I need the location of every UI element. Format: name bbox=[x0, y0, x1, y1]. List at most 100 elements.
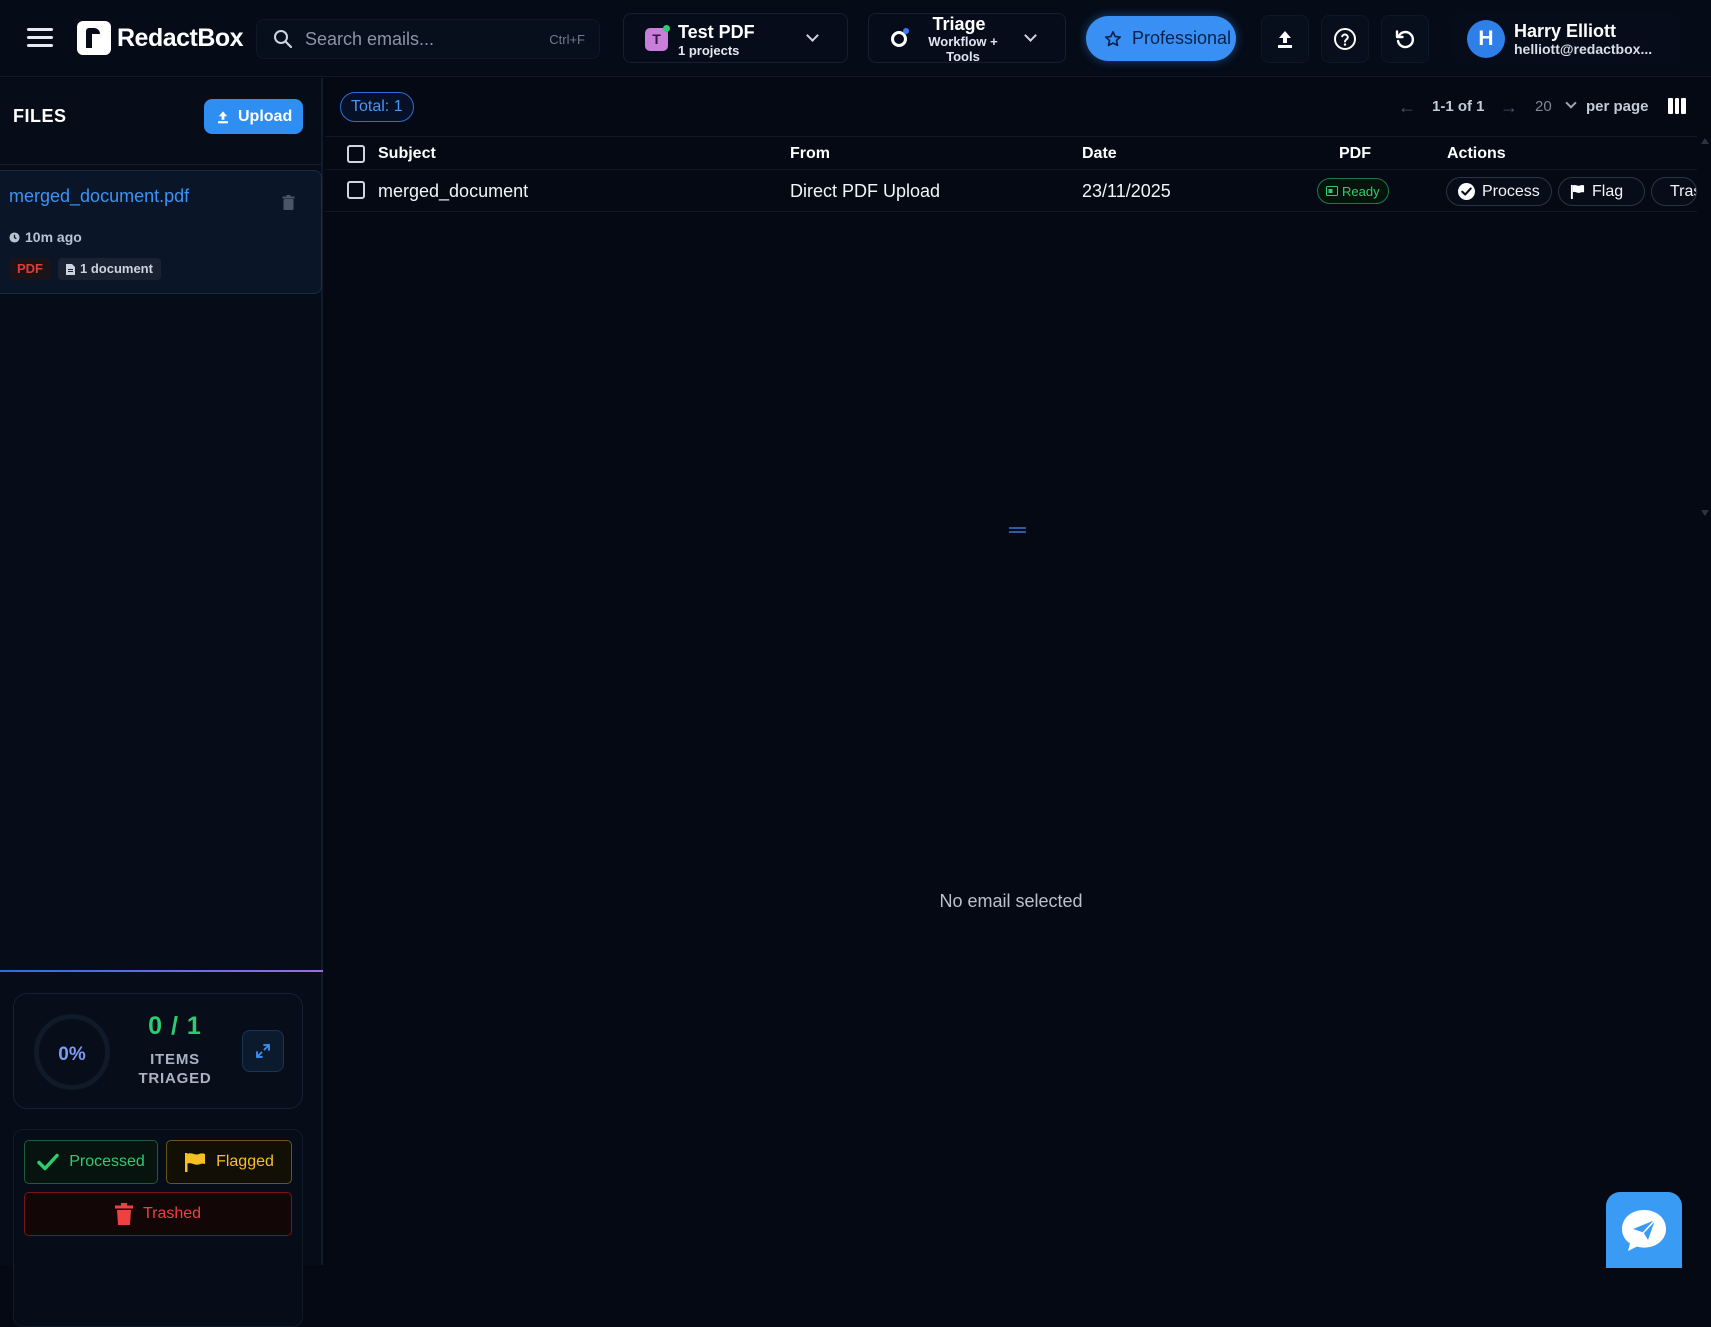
next-page-button[interactable]: → bbox=[1500, 97, 1518, 118]
mode-selector[interactable]: Triage Workflow + Tools bbox=[868, 13, 1066, 64]
flag-icon bbox=[1570, 184, 1585, 199]
upload-button[interactable] bbox=[1261, 15, 1309, 63]
total-badge: Total: 1 bbox=[340, 92, 414, 122]
progress-ring: 0% bbox=[34, 1014, 110, 1090]
plan-label: Professional bbox=[1132, 28, 1232, 48]
columns-icon[interactable] bbox=[1668, 98, 1687, 114]
mode-subtitle: Workflow + Tools bbox=[928, 34, 998, 64]
professional-plan-button[interactable]: Professional bbox=[1086, 16, 1236, 61]
page-size-select[interactable]: 20 bbox=[1535, 98, 1552, 115]
project-name: Test PDF bbox=[678, 22, 755, 42]
pdf-status-badge: Ready bbox=[1317, 178, 1389, 204]
files-title: FILES bbox=[13, 106, 67, 126]
column-actions: Actions bbox=[1447, 145, 1506, 162]
refresh-button[interactable] bbox=[1381, 15, 1429, 63]
star-icon bbox=[1104, 30, 1122, 46]
files-sidebar: FILES Upload merged_document.pdf 10m ago… bbox=[0, 78, 323, 1327]
chat-send-icon bbox=[1622, 1210, 1666, 1251]
check-icon bbox=[37, 1153, 59, 1171]
document-count-badge: 1 document bbox=[58, 258, 161, 280]
file-type-badge: PDF bbox=[9, 258, 51, 280]
expand-button[interactable] bbox=[242, 1030, 284, 1072]
email-list-panel: Total: 1 ← 1-1 of 1 → 20 per page Subjec… bbox=[325, 78, 1711, 1265]
trashed-label: Trashed bbox=[142, 1205, 202, 1222]
clock-icon bbox=[9, 231, 20, 243]
status-filters: Processed Flagged Trashed bbox=[13, 1129, 303, 1327]
triaged-count: 0 / 1 bbox=[148, 1012, 202, 1040]
chevron-down-icon[interactable] bbox=[1565, 97, 1577, 109]
row-checkbox[interactable] bbox=[347, 181, 365, 199]
chevron-down-icon bbox=[1024, 29, 1037, 42]
process-button[interactable]: Process bbox=[1446, 177, 1552, 206]
flag-label: Flag bbox=[1592, 182, 1624, 200]
empty-state-message: No email selected bbox=[939, 891, 1083, 911]
trash-button[interactable]: Trash bbox=[1651, 177, 1697, 206]
help-icon bbox=[1334, 28, 1356, 50]
triaged-label-line1: ITEMS bbox=[150, 1051, 200, 1068]
table-row[interactable]: merged_document Direct PDF Upload 23/11/… bbox=[325, 170, 1697, 212]
per-page-label: per page bbox=[1586, 98, 1649, 115]
triage-progress-card: 0% 0 / 1 ITEMS TRIAGED bbox=[13, 993, 303, 1109]
upload-file-button[interactable]: Upload bbox=[204, 99, 303, 134]
triaged-label: ITEMS TRIAGED bbox=[130, 1050, 220, 1088]
triage-icon bbox=[891, 28, 909, 47]
file-time-text: 10m ago bbox=[25, 229, 82, 245]
process-label: Process bbox=[1482, 182, 1540, 200]
scroll-up-arrow[interactable] bbox=[1701, 138, 1709, 144]
divider bbox=[0, 164, 321, 165]
column-pdf[interactable]: PDF bbox=[1339, 145, 1371, 163]
flag-icon bbox=[185, 1153, 206, 1172]
project-status-dot bbox=[663, 25, 670, 32]
upload-icon bbox=[218, 110, 228, 123]
file-timestamp: 10m ago bbox=[9, 229, 82, 245]
refresh-icon bbox=[1395, 30, 1415, 49]
trash-label: Trash bbox=[1670, 182, 1696, 200]
user-name: Harry Elliott bbox=[1514, 21, 1617, 41]
select-all-checkbox[interactable] bbox=[347, 145, 365, 163]
row-date: 23/11/2025 bbox=[1082, 181, 1171, 201]
avatar: H bbox=[1467, 20, 1505, 58]
search-box[interactable]: Ctrl+F bbox=[256, 19, 600, 59]
search-icon bbox=[274, 30, 293, 49]
app-name: RedactBox bbox=[117, 23, 244, 52]
column-date[interactable]: Date bbox=[1082, 145, 1117, 163]
document-icon bbox=[66, 263, 75, 275]
mode-name: Triage bbox=[932, 14, 986, 34]
table-header: Subject From Date PDF Actions bbox=[325, 136, 1697, 170]
prev-page-button[interactable]: ← bbox=[1398, 97, 1416, 118]
trashed-filter-button[interactable]: Trashed bbox=[24, 1192, 292, 1236]
pdf-status-text: Ready bbox=[1342, 183, 1380, 199]
scroll-down-arrow[interactable] bbox=[1701, 510, 1709, 516]
file-item[interactable]: merged_document.pdf 10m ago PDF 1 docume… bbox=[0, 170, 322, 294]
expand-icon bbox=[256, 1044, 270, 1058]
processed-filter-button[interactable]: Processed bbox=[24, 1140, 158, 1184]
project-subtitle: 1 projects bbox=[678, 43, 740, 58]
row-subject: merged_document bbox=[378, 181, 529, 201]
trash-icon bbox=[114, 1203, 133, 1225]
menu-icon[interactable] bbox=[27, 28, 53, 48]
file-name: merged_document.pdf bbox=[9, 186, 190, 206]
flag-button[interactable]: Flag bbox=[1558, 177, 1645, 206]
project-selector[interactable]: T Test PDF 1 projects bbox=[623, 13, 848, 63]
search-shortcut: Ctrl+F bbox=[549, 32, 585, 47]
app-logo[interactable]: RedactBox bbox=[77, 21, 244, 55]
top-bar: RedactBox Ctrl+F T Test PDF 1 projects T… bbox=[0, 0, 1711, 77]
flagged-filter-button[interactable]: Flagged bbox=[166, 1140, 292, 1184]
chevron-down-icon bbox=[806, 29, 819, 42]
triaged-label-line2: TRIAGED bbox=[138, 1070, 212, 1087]
column-from[interactable]: From bbox=[790, 145, 830, 163]
row-from: Direct PDF Upload bbox=[790, 181, 941, 201]
check-icon bbox=[1458, 183, 1475, 200]
chat-button[interactable] bbox=[1606, 1192, 1682, 1268]
trash-icon[interactable] bbox=[282, 195, 295, 210]
divider bbox=[0, 970, 323, 972]
resize-handle[interactable] bbox=[1009, 527, 1026, 533]
help-button[interactable] bbox=[1321, 15, 1369, 63]
search-input[interactable] bbox=[305, 28, 525, 50]
upload-label: Upload bbox=[238, 107, 293, 125]
progress-percent: 0% bbox=[58, 1044, 86, 1065]
list-scrollbar[interactable] bbox=[1698, 136, 1711, 522]
user-menu[interactable]: H Harry Elliott helliott@redactbox... bbox=[1454, 13, 1680, 65]
processed-label: Processed bbox=[69, 1153, 145, 1170]
column-subject[interactable]: Subject bbox=[378, 145, 436, 163]
